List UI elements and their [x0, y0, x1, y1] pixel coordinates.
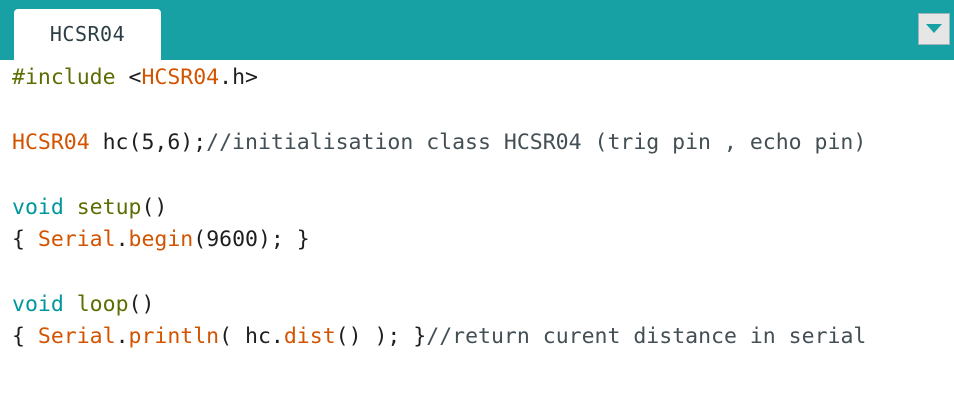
class-name: HCSR04 [12, 129, 90, 155]
code-line-9: { Serial.println( hc.dist() ); }//return… [12, 324, 867, 350]
code-line-3: HCSR04 hc(5,6);//initialisation class HC… [12, 129, 867, 155]
serial-object: Serial [37, 226, 116, 252]
code-line-1: #include <HCSR04.h> [12, 65, 258, 90]
method-begin: begin [128, 226, 194, 252]
arduino-ide-window: HCSR04 #include <HCSR04.h> HCSR04 hc(5,6)… [0, 0, 954, 416]
method-println: println [128, 324, 220, 350]
code-line-5: void setup() [12, 194, 168, 220]
code-comment: //return curent distance in serial [426, 324, 867, 350]
include-directive: #include [12, 65, 116, 90]
keyword-void: void [12, 194, 64, 220]
keyword-void: void [12, 291, 64, 317]
method-dist: dist [283, 324, 336, 350]
function-setup: setup [76, 194, 142, 220]
tab-bar: HCSR04 [0, 0, 954, 60]
code-line-6: { Serial.begin(9600); } [12, 226, 310, 252]
triangle-down-icon [919, 14, 949, 44]
code-text[interactable]: #include <HCSR04.h> HCSR04 hc(5,6);//init… [12, 62, 866, 354]
code-editor[interactable]: #include <HCSR04.h> HCSR04 hc(5,6);//init… [0, 60, 954, 416]
header-name: HCSR04 [141, 65, 220, 90]
tab-hcsr04[interactable]: HCSR04 [14, 9, 161, 60]
code-comment: //initialisation class HCSR04 (trig pin … [206, 129, 867, 155]
serial-object: Serial [37, 324, 116, 350]
tab-menu-button[interactable] [918, 13, 950, 45]
code-line-8: void loop() [12, 291, 155, 317]
function-loop: loop [76, 291, 129, 317]
